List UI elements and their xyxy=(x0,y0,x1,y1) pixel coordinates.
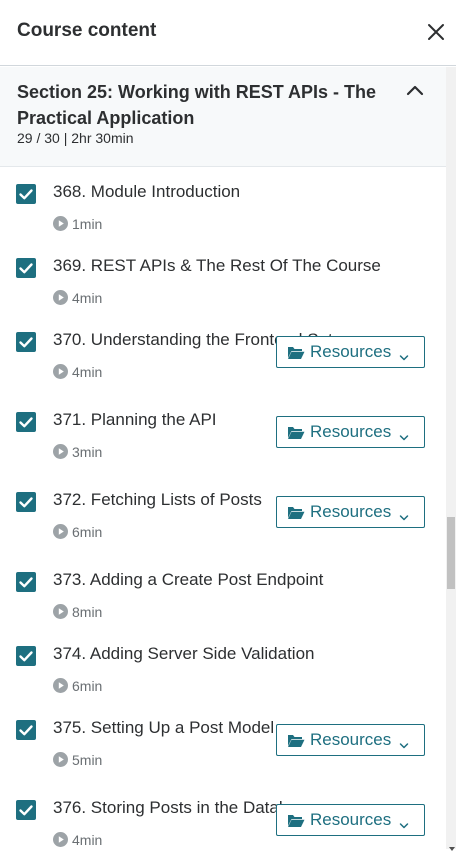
play-circle-icon xyxy=(53,216,68,231)
lecture-item[interactable]: 374. Adding Server Side Validation 6min xyxy=(0,632,446,706)
folder-open-icon xyxy=(287,505,305,520)
completed-checkbox[interactable] xyxy=(16,800,36,820)
resources-label: Resources xyxy=(310,422,392,441)
resources-dropdown-button[interactable]: Resources xyxy=(276,336,425,368)
resources-dropdown-button[interactable]: Resources xyxy=(276,804,425,836)
lecture-item[interactable]: 373. Adding a Create Post Endpoint 8min xyxy=(0,558,446,632)
completed-checkbox[interactable] xyxy=(16,492,36,512)
lecture-item[interactable]: 372. Fetching Lists of Posts 6min Resource… xyxy=(0,478,446,552)
chevron-down-icon xyxy=(399,507,409,521)
resources-label: Resources xyxy=(310,810,392,829)
section-meta: 29 / 30 | 2hr 30min xyxy=(17,130,134,146)
completed-checkbox[interactable] xyxy=(16,332,36,352)
lecture-list: 368. Module Introduction 1min 369. REST AP… xyxy=(0,168,446,849)
lecture-title[interactable]: 371. Planning the API xyxy=(53,410,217,430)
section-progress: 29 / 30 xyxy=(17,130,60,146)
scrollbar-track[interactable] xyxy=(446,67,456,849)
resources-dropdown-button[interactable]: Resources xyxy=(276,724,425,756)
resources-dropdown-button[interactable]: Resources xyxy=(276,496,425,528)
completed-checkbox[interactable] xyxy=(16,184,36,204)
scrollbar-thumb[interactable] xyxy=(447,517,455,589)
lecture-title[interactable]: 374. Adding Server Side Validation xyxy=(53,644,314,664)
lecture-item[interactable]: 371. Planning the API 3min Resources xyxy=(0,398,446,472)
lecture-item[interactable]: 368. Module Introduction 1min xyxy=(0,170,446,244)
lecture-item[interactable]: 376. Storing Posts in the Database 4min Re… xyxy=(0,786,446,849)
completed-checkbox[interactable] xyxy=(16,412,36,432)
folder-open-icon xyxy=(287,813,305,828)
play-circle-icon xyxy=(53,290,68,305)
panel-title: Course content xyxy=(17,20,157,41)
section-separator: | xyxy=(63,130,68,146)
lecture-title[interactable]: 369. REST APIs & The Rest Of The Course xyxy=(53,256,381,276)
play-circle-icon xyxy=(53,752,68,767)
resources-label: Resources xyxy=(310,502,392,521)
lecture-title[interactable]: 373. Adding a Create Post Endpoint xyxy=(53,570,323,590)
play-circle-icon xyxy=(53,604,68,619)
resources-label: Resources xyxy=(310,730,392,749)
lecture-title[interactable]: 368. Module Introduction xyxy=(53,182,240,202)
panel-header: Course content xyxy=(0,0,456,66)
play-circle-icon xyxy=(53,364,68,379)
folder-open-icon xyxy=(287,733,305,748)
chevron-down-icon xyxy=(399,815,409,829)
resources-dropdown-button[interactable]: Resources xyxy=(276,416,425,448)
lecture-title[interactable]: 375. Setting Up a Post Model xyxy=(53,718,274,738)
chevron-down-icon xyxy=(399,427,409,441)
lecture-item[interactable]: 369. REST APIs & The Rest Of The Course 4… xyxy=(0,244,446,318)
section-title: Section 25: Working with REST APIs - The… xyxy=(17,82,377,128)
chevron-down-icon xyxy=(399,735,409,749)
folder-open-icon xyxy=(287,345,305,360)
scroll-down-arrow-icon[interactable] xyxy=(449,839,455,851)
chevron-down-icon xyxy=(399,347,409,361)
play-circle-icon xyxy=(53,524,68,539)
completed-checkbox[interactable] xyxy=(16,720,36,740)
lecture-item[interactable]: 370. Understanding the Frontend Setup 4mi… xyxy=(0,318,446,392)
play-circle-icon xyxy=(53,678,68,693)
section-duration: 2hr 30min xyxy=(71,130,134,146)
lecture-item[interactable]: 375. Setting Up a Post Model 5min Resource… xyxy=(0,706,446,780)
folder-open-icon xyxy=(287,425,305,440)
completed-checkbox[interactable] xyxy=(16,572,36,592)
play-circle-icon xyxy=(53,832,68,847)
close-icon[interactable] xyxy=(424,20,448,44)
lecture-title[interactable]: 372. Fetching Lists of Posts xyxy=(53,490,262,510)
play-circle-icon xyxy=(53,444,68,459)
resources-label: Resources xyxy=(310,342,392,361)
section-header[interactable]: Section 25: Working with REST APIs - The… xyxy=(0,67,446,167)
chevron-up-icon[interactable] xyxy=(404,79,426,101)
completed-checkbox[interactable] xyxy=(16,258,36,278)
completed-checkbox[interactable] xyxy=(16,646,36,666)
